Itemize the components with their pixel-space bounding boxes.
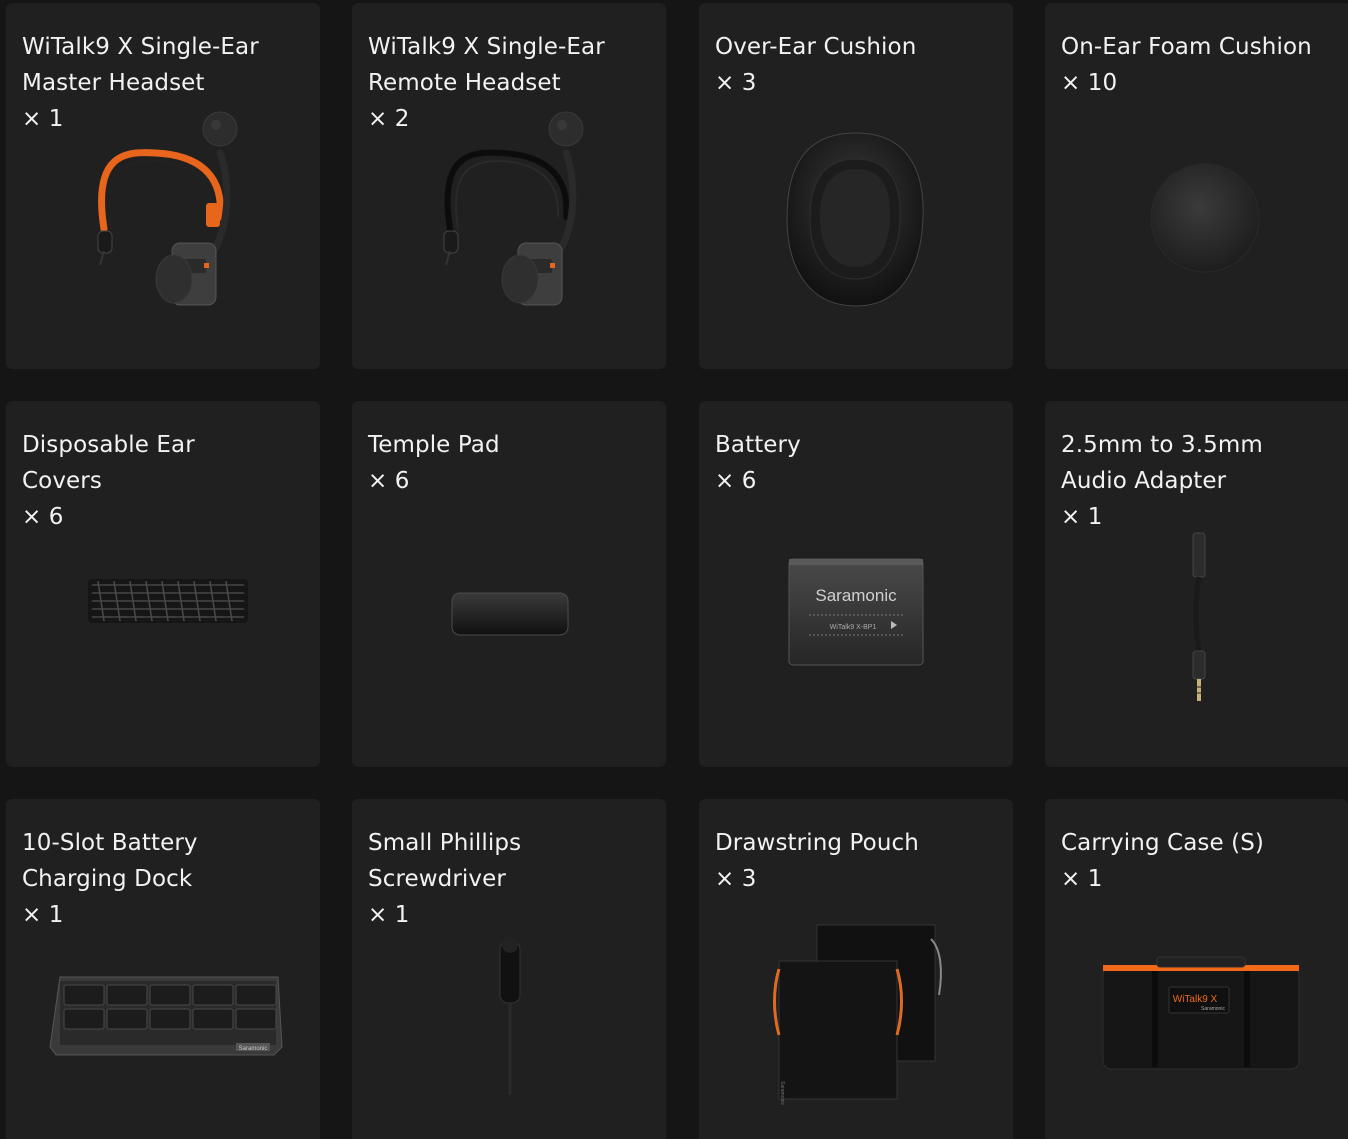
audio-adapter-image xyxy=(1192,532,1206,701)
over-ear-cushion-image xyxy=(786,132,924,307)
screwdriver-image xyxy=(499,937,521,1095)
item-card-charging-dock: 10-Slot Battery Charging Dock × 1 Saramo… xyxy=(6,799,320,1139)
drawstring-pouch-image: Saramonic xyxy=(773,924,942,1105)
ear-covers-image xyxy=(88,579,248,623)
item-card-battery: Battery × 6 Saramonic WiTalk9 X-BP1 xyxy=(699,401,1013,767)
battery-model-label: WiTalk9 X-BP1 xyxy=(830,624,877,631)
item-card-drawstring-pouch: Drawstring Pouch × 3 Saramonic xyxy=(699,799,1013,1139)
case-logo-label: WiTalk9 X xyxy=(1173,994,1218,1005)
battery-brand-label: Saramonic xyxy=(815,586,897,605)
battery-image: Saramonic WiTalk9 X-BP1 xyxy=(788,558,924,666)
item-card-remote-headset: WiTalk9 X Single-Ear Remote Headset × 2 xyxy=(352,3,666,369)
pouch-brand-label: Saramonic xyxy=(779,1081,785,1105)
item-card-foam-cushion: On-Ear Foam Cushion × 10 xyxy=(1045,3,1348,369)
charging-dock-image: Saramonic xyxy=(49,976,283,1056)
item-card-ear-covers: Disposable Ear Covers × 6 xyxy=(6,401,320,767)
item-card-audio-adapter: 2.5mm to 3.5mm Audio Adapter × 1 xyxy=(1045,401,1348,767)
temple-pad-image xyxy=(451,592,569,636)
case-brand-label: Saramonic xyxy=(1201,1006,1225,1012)
item-card-over-ear-cushion: Over-Ear Cushion × 3 xyxy=(699,3,1013,369)
item-card-carrying-case: Carrying Case (S) × 1 WiTalk9 X Saramoni… xyxy=(1045,799,1348,1139)
item-card-master-headset: WiTalk9 X Single-Ear Master Headset × 1 xyxy=(6,3,320,369)
carrying-case-image: WiTalk9 X Saramonic xyxy=(1102,956,1300,1070)
master-headset-image xyxy=(97,111,238,306)
package-contents-grid: WiTalk9 X Single-Ear Master Headset × 1 … xyxy=(0,0,1348,1139)
item-card-temple-pad: Temple Pad × 6 xyxy=(352,401,666,767)
dock-brand-label: Saramonic xyxy=(239,1046,268,1052)
remote-headset-image xyxy=(443,111,584,306)
foam-cushion-image xyxy=(1150,163,1260,273)
item-card-screwdriver: Small Phillips Screwdriver × 1 xyxy=(352,799,666,1139)
